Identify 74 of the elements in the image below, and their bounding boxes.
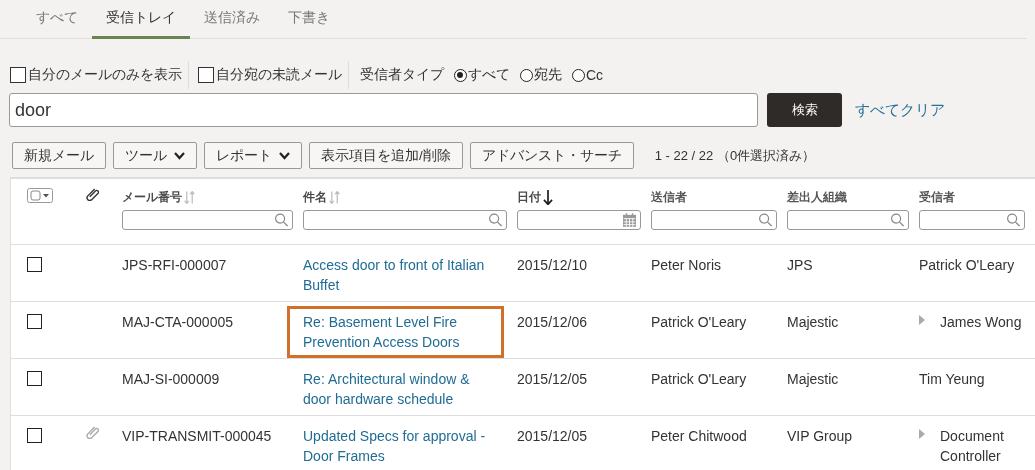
row-checkbox[interactable] (27, 428, 42, 443)
table-cell: Majestic (787, 371, 839, 387)
radio-button[interactable] (572, 68, 585, 82)
column-header[interactable]: 送信者 (651, 188, 687, 206)
table-cell-text: Document Controller (940, 427, 1005, 466)
chevron-down-icon (279, 151, 290, 160)
table-cell: MAJ-CTA-000005 (122, 314, 233, 330)
radio-label: すべて (468, 66, 510, 84)
table-cell: MAJ-SI-000009 (122, 371, 220, 387)
table-cell: VIP-TRANSMIT-000045 (122, 428, 272, 444)
table-cell: 2015/12/05 (517, 428, 588, 444)
table-cell-text: James Wong (940, 313, 1022, 332)
tab[interactable]: 下書き (274, 0, 344, 39)
checkbox[interactable] (198, 67, 214, 83)
table-cell: Peter Chitwood (651, 428, 747, 444)
radio-button[interactable] (520, 68, 533, 82)
checkbox-label: 自分宛の未読メール (216, 66, 342, 84)
subject-link[interactable]: Updated Specs for approval - Door Frames (303, 426, 487, 466)
calendar-icon (623, 213, 636, 227)
column-header[interactable]: 件名 (303, 188, 327, 206)
search-icon (759, 213, 772, 227)
toolbar-button[interactable]: アドバンスト・サーチ (469, 142, 634, 169)
tab[interactable]: 送信済み (190, 0, 274, 39)
radio-label: Cc (586, 67, 604, 83)
column-filter-field[interactable] (787, 210, 909, 230)
table-cell: 2015/12/06 (517, 314, 588, 330)
row-checkbox[interactable] (27, 371, 42, 386)
column-filter-field[interactable] (303, 210, 507, 230)
result-count: 1 - 22 / 22 （0件選択済み） (654, 146, 816, 165)
select-all-dropdown (27, 188, 53, 203)
table-cell-text: Patrick O'Leary (919, 256, 1015, 275)
search-field[interactable]: door (9, 93, 758, 127)
table-cell: JPS-RFI-000007 (122, 257, 227, 273)
column-filter-field[interactable] (651, 210, 777, 230)
subject-link[interactable]: Re: Basement Level Fire Prevention Access Doors (287, 306, 504, 358)
search-icon (275, 213, 288, 227)
column-filter-field[interactable] (517, 210, 641, 230)
row-checkbox[interactable] (27, 314, 42, 329)
toolbar-button[interactable]: 表示項目を追加/削除 (309, 142, 463, 169)
table-cell: JPS (787, 257, 813, 273)
table-cell: Majestic (787, 314, 839, 330)
table-cell: Patrick O'Leary (651, 371, 747, 387)
column-header[interactable]: 受信者 (919, 188, 955, 206)
tab[interactable]: 受信トレイ (92, 0, 190, 39)
search-icon (891, 213, 904, 227)
search-icon (489, 213, 502, 227)
table-cell: VIP Group (787, 428, 853, 444)
radio-button[interactable] (454, 68, 467, 82)
chevron-down-icon (174, 151, 185, 160)
tab[interactable]: すべて (22, 0, 92, 39)
column-header[interactable]: メール番号 (122, 188, 182, 206)
checkbox[interactable] (10, 67, 26, 83)
table-cell: Patrick O'Leary (651, 314, 747, 330)
column-header[interactable]: 差出人組織 (787, 188, 847, 206)
paperclip-icon (86, 188, 99, 201)
subject-link[interactable]: Re: Architectural window & door hardware schedule (303, 369, 487, 409)
radio-label: 宛先 (534, 66, 562, 84)
toolbar-button[interactable]: 新規メール (12, 142, 106, 169)
clear-all-link[interactable]: すべてクリア (855, 100, 945, 120)
table-cell: 2015/12/10 (517, 257, 588, 273)
table-cell: Peter Noris (651, 257, 722, 273)
subject-link[interactable]: Access door to front of Italian Buffet (303, 255, 487, 295)
checkbox-label: 自分のメールのみを表示 (28, 66, 182, 84)
column-filter-field[interactable] (122, 210, 293, 230)
column-filter-field[interactable] (919, 210, 1025, 230)
search-icon (1007, 213, 1020, 227)
search-button[interactable]: 検索 (767, 93, 842, 127)
table-cell-text: Tim Yeung (919, 370, 985, 389)
dropdown-button[interactable]: レポート (204, 142, 302, 169)
table-cell: 2015/12/05 (517, 371, 588, 387)
row-checkbox[interactable] (27, 257, 42, 272)
filter-label: 受信者タイプ (360, 66, 444, 84)
column-header[interactable]: 日付 (517, 188, 541, 206)
dropdown-button[interactable]: ツール (113, 142, 197, 169)
